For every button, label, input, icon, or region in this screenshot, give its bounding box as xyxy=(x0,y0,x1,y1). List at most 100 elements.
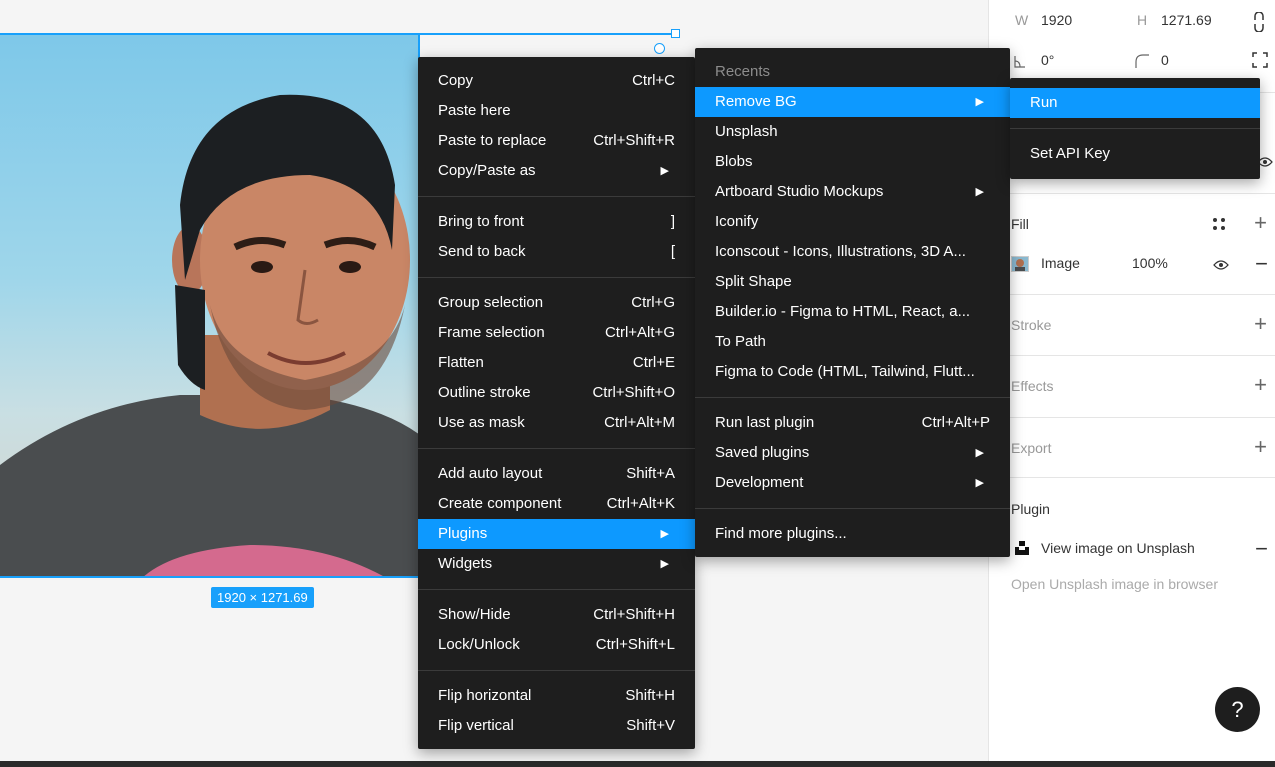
submenu-arrow-icon: ▶ xyxy=(975,96,984,108)
add-export-plus-icon[interactable]: + xyxy=(1254,436,1267,458)
shortcut-label: ] xyxy=(670,213,675,230)
remove-plugin-data-minus-icon[interactable]: − xyxy=(1255,538,1268,560)
shortcut-label: Ctrl+Alt+G xyxy=(604,324,675,341)
effects-section-title: Effects xyxy=(1011,378,1054,394)
portrait-photo xyxy=(0,94,418,576)
set-api-key-item[interactable]: Set API Key xyxy=(1010,139,1260,169)
fill-section-title: Fill xyxy=(1011,216,1029,232)
divider xyxy=(989,193,1275,194)
menu-item-copy[interactable]: Copy Ctrl+C xyxy=(418,66,695,96)
plugin-description: Open Unsplash image in browser xyxy=(1011,576,1218,592)
shortcut-label: [ xyxy=(670,243,675,260)
menu-item-label: Figma to Code (HTML, Tailwind, Flutt... xyxy=(715,363,975,380)
menu-item-label: Remove BG xyxy=(715,93,797,110)
menu-item-development[interactable]: Development ▶ xyxy=(695,468,1010,498)
menu-item-paste-here[interactable]: Paste here xyxy=(418,96,695,126)
submenu-arrow-icon: ▶ xyxy=(975,447,984,459)
menu-separator xyxy=(418,196,695,197)
menu-item-label: Plugins xyxy=(438,525,488,542)
menu-item-label: Outline stroke xyxy=(438,384,531,401)
corner-radius-input[interactable]: 0 xyxy=(1161,52,1169,68)
stroke-section-title: Stroke xyxy=(1011,317,1052,333)
menu-item-send-to-back[interactable]: Send to back [ xyxy=(418,237,695,267)
menu-item-group-selection[interactable]: Group selection Ctrl+G xyxy=(418,288,695,318)
menu-item-label: Artboard Studio Mockups xyxy=(715,183,884,200)
fill-visibility-eye-icon[interactable] xyxy=(1213,258,1229,274)
menu-item-label: To Path xyxy=(715,333,766,350)
menu-item-unsplash[interactable]: Unsplash xyxy=(695,117,1010,147)
constrain-proportions-icon[interactable] xyxy=(1252,11,1266,37)
submenu-arrow-icon: ▶ xyxy=(660,558,669,570)
menu-separator xyxy=(1010,128,1260,129)
help-button[interactable]: ? xyxy=(1215,687,1260,732)
menu-item-label: Paste here xyxy=(438,102,511,119)
height-input[interactable]: 1271.69 xyxy=(1161,12,1212,28)
menu-item-label: Frame selection xyxy=(438,324,545,341)
rotation-input[interactable]: 0° xyxy=(1041,52,1054,68)
remove-bg-submenu: Run Set API Key xyxy=(1010,78,1260,179)
menu-item-split-shape[interactable]: Split Shape xyxy=(695,267,1010,297)
menu-item-flip-vertical[interactable]: Flip vertical Shift+V xyxy=(418,711,695,741)
menu-item-iconify[interactable]: Iconify xyxy=(695,207,1010,237)
menu-item-lock-unlock[interactable]: Lock/Unlock Ctrl+Shift+L xyxy=(418,630,695,660)
bottom-strip xyxy=(0,761,1275,767)
menu-item-flatten[interactable]: Flatten Ctrl+E xyxy=(418,348,695,378)
fill-type-label[interactable]: Image xyxy=(1041,255,1080,271)
menu-item-artboard-studio-mockups[interactable]: Artboard Studio Mockups ▶ xyxy=(695,177,1010,207)
submenu-arrow-icon: ▶ xyxy=(975,186,984,198)
independent-corners-icon[interactable] xyxy=(1252,52,1268,71)
menu-item-flip-horizontal[interactable]: Flip horizontal Shift+H xyxy=(418,681,695,711)
menu-item-create-component[interactable]: Create component Ctrl+Alt+K xyxy=(418,489,695,519)
menu-item-plugins[interactable]: Plugins ▶ xyxy=(418,519,695,549)
fill-opacity-input[interactable]: 100% xyxy=(1132,255,1168,271)
menu-item-saved-plugins[interactable]: Saved plugins ▶ xyxy=(695,438,1010,468)
unsplash-icon xyxy=(1015,541,1029,558)
width-input[interactable]: 1920 xyxy=(1041,12,1072,28)
menu-item-label: Create component xyxy=(438,495,562,512)
menu-item-paste-to-replace[interactable]: Paste to replace Ctrl+Shift+R xyxy=(418,126,695,156)
run-plugin-item[interactable]: Run xyxy=(1010,88,1260,118)
menu-item-label: Paste to replace xyxy=(438,132,547,149)
corner-radius-handle[interactable] xyxy=(654,43,665,54)
menu-item-label: Copy/Paste as xyxy=(438,162,536,179)
resize-handle-top-right[interactable] xyxy=(671,29,680,38)
menu-item-remove-bg[interactable]: Remove BG ▶ xyxy=(695,87,1010,117)
styles-grid-icon[interactable] xyxy=(1212,217,1226,234)
menu-item-outline-stroke[interactable]: Outline stroke Ctrl+Shift+O xyxy=(418,378,695,408)
export-section-title: Export xyxy=(1011,440,1052,456)
menu-item-label: Iconify xyxy=(715,213,759,230)
submenu-arrow-icon: ▶ xyxy=(660,165,669,177)
menu-item-show-hide[interactable]: Show/Hide Ctrl+Shift+H xyxy=(418,600,695,630)
menu-item-label: Flatten xyxy=(438,354,484,371)
corner-radius-icon xyxy=(1135,54,1149,71)
menu-item-run-last-plugin[interactable]: Run last plugin Ctrl+Alt+P xyxy=(695,408,1010,438)
menu-item-blobs[interactable]: Blobs xyxy=(695,147,1010,177)
menu-separator xyxy=(695,508,1010,509)
menu-item-add-auto-layout[interactable]: Add auto layout Shift+A xyxy=(418,459,695,489)
add-effect-plus-icon[interactable]: + xyxy=(1254,374,1267,396)
dimensions-badge: 1920 × 1271.69 xyxy=(211,587,314,608)
menu-item-use-as-mask[interactable]: Use as mask Ctrl+Alt+M xyxy=(418,408,695,438)
menu-item-label: Saved plugins xyxy=(715,444,810,461)
submenu-arrow-icon: ▶ xyxy=(660,528,669,540)
remove-fill-minus-icon[interactable]: − xyxy=(1255,253,1268,275)
add-stroke-plus-icon[interactable]: + xyxy=(1254,313,1267,335)
menu-separator xyxy=(418,448,695,449)
menu-item-bring-to-front[interactable]: Bring to front] xyxy=(418,207,695,237)
plugin-action-link[interactable]: View image on Unsplash xyxy=(1041,540,1195,556)
menu-item-to-path[interactable]: To Path xyxy=(695,327,1010,357)
add-fill-plus-icon[interactable]: + xyxy=(1254,212,1267,234)
menu-item-builder-io-figma-to-html-react-a[interactable]: Builder.io - Figma to HTML, React, a... xyxy=(695,297,1010,327)
menu-item-figma-to-code-html-tailwind-flutt[interactable]: Figma to Code (HTML, Tailwind, Flutt... xyxy=(695,357,1010,387)
menu-item-label: Copy xyxy=(438,72,474,89)
selected-image-layer[interactable] xyxy=(0,33,420,578)
menu-item-widgets[interactable]: Widgets ▶ xyxy=(418,549,695,579)
divider xyxy=(989,355,1275,356)
menu-item-frame-selection[interactable]: Frame selection Ctrl+Alt+G xyxy=(418,318,695,348)
menu-item-copy-paste-as[interactable]: Copy/Paste as ▶ xyxy=(418,156,695,186)
menu-item-label: Use as mask xyxy=(438,414,525,431)
image-fill-thumbnail[interactable] xyxy=(1011,256,1029,272)
menu-item-iconscout-icons-illustrations-3d-a[interactable]: Iconscout - Icons, Illustrations, 3D A..… xyxy=(695,237,1010,267)
find-more-plugins-item[interactable]: Find more plugins... xyxy=(695,519,1010,549)
menu-item-label: Send to back xyxy=(438,243,526,260)
